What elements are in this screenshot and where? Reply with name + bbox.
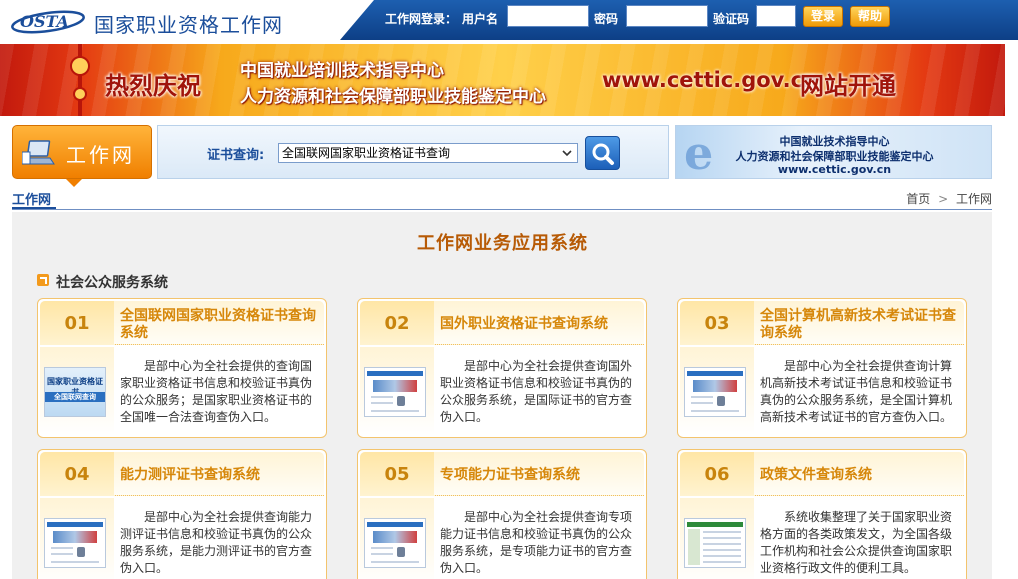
breadcrumb-divider <box>12 209 992 210</box>
certificate-type-select[interactable]: 全国联网国家职业资格证书查询 <box>278 143 578 163</box>
breadcrumb-home-link[interactable]: 首页 <box>906 192 930 206</box>
card-thumbnail[interactable] <box>364 367 426 417</box>
service-card-04[interactable]: 04 能力测评证书查询系统 是部中心为全社会提供查询能力测评证书信息和校验证书真… <box>37 449 327 579</box>
card-description: 是部中心为全社会提供的查询国家职业资格证书信息和校验证书真伪的公众服务；是国家职… <box>120 359 313 424</box>
thumb-subtitle: 全国联网查询 <box>45 392 105 402</box>
card-thumbnail[interactable]: 国家职业资格证书 全国联网查询 <box>44 367 106 417</box>
card-number: 06 <box>704 464 730 485</box>
login-button[interactable]: 登录 <box>803 6 843 27</box>
service-card-02[interactable]: 02 国外职业资格证书查询系统 是部中心为全社会提供查询国外职业资格证书信息和校… <box>357 298 647 438</box>
site-title[interactable]: 国家职业资格工作网 <box>94 9 283 38</box>
cettic-banner[interactable]: e 中国就业技术指导中心 人力资源和社会保障部职业技能鉴定中心 www.cett… <box>675 125 992 179</box>
card-number: 04 <box>64 464 90 485</box>
card-description: 是部中心为全社会提供查询计算机高新技术考试证书信息和校验证书真伪的公众服务系统，… <box>760 359 953 424</box>
page-title: 工作网业务应用系统 <box>417 233 588 254</box>
card-title-link[interactable]: 能力测评证书查询系统 <box>120 467 324 484</box>
banner-org-line2: 人力资源和社会保障部职业技能鉴定中心 <box>240 87 546 107</box>
banner-celebrate-text: 热烈庆祝 <box>105 71 201 100</box>
card-thumbnail[interactable] <box>684 367 746 417</box>
chevron-down-icon <box>562 150 572 157</box>
cettic-line2: 人力资源和社会保障部职业技能鉴定中心 <box>735 150 934 163</box>
service-card-06[interactable]: 06 政策文件查询系统 系统收集整理了关于国家职业资格方面的各类政策发文，为全国… <box>677 449 967 579</box>
captcha-input[interactable] <box>756 5 796 27</box>
search-icon <box>592 143 614 165</box>
card-number: 05 <box>384 464 410 485</box>
card-thumbnail[interactable] <box>684 518 746 568</box>
help-button[interactable]: 帮助 <box>850 6 890 27</box>
service-card-03[interactable]: 03 全国计算机高新技术考试证书查询系统 是部中心为全社会提供查询计算机高新技术… <box>677 298 967 438</box>
banner-org-line1: 中国就业培训技术指导中心 <box>240 61 444 81</box>
username-label: 用户名 <box>462 12 499 26</box>
osta-logo: OSTA <box>11 10 85 34</box>
card-description: 是部中心为全社会提供查询国外职业资格证书信息和校验证书真伪的公众服务系统，是国际… <box>440 359 633 424</box>
service-card-05[interactable]: 05 专项能力证书查询系统 是部中心为全社会提供查询专项能力证书信息和校验证书真… <box>357 449 647 579</box>
password-label: 密码 <box>594 12 619 26</box>
card-thumbnail[interactable] <box>364 518 426 568</box>
captcha-label: 验证码 <box>713 12 750 26</box>
card-number: 01 <box>64 313 90 334</box>
breadcrumb-separator: > <box>938 192 949 206</box>
svg-text:OSTA: OSTA <box>20 12 69 31</box>
celebration-banner[interactable]: 热烈庆祝 中国就业培训技术指导中心 人力资源和社会保障部职业技能鉴定中心 www… <box>0 44 1005 116</box>
card-description: 系统收集整理了关于国家职业资格方面的各类政策发文，为全国各级工作机构和社会公众提… <box>760 510 953 575</box>
cettic-line1: 中国就业技术指导中心 <box>779 135 890 148</box>
card-thumbnail[interactable] <box>44 518 106 568</box>
username-input[interactable] <box>507 5 589 27</box>
search-button[interactable] <box>585 136 620 170</box>
card-title-link[interactable]: 全国计算机高新技术考试证书查询系统 <box>760 308 964 342</box>
arrow-icon <box>37 274 49 286</box>
brand-pointer <box>66 179 82 187</box>
banner-url: www.cettic.gov.cn <box>602 68 819 92</box>
card-description: 是部中心为全社会提供查询专项能力证书信息和校验证书真伪的公众服务系统，是专项能力… <box>440 510 633 575</box>
card-title-link[interactable]: 国外职业资格证书查询系统 <box>440 316 644 333</box>
breadcrumb-current[interactable]: 工作网 <box>956 192 992 206</box>
select-value: 全国联网国家职业资格证书查询 <box>282 146 451 160</box>
section-title: 社会公众服务系统 <box>56 275 168 291</box>
card-description: 是部中心为全社会提供查询能力测评证书信息和校验证书真伪的公众服务系统，是能力测评… <box>120 510 313 575</box>
cettic-line3: www.cettic.gov.cn <box>777 163 892 176</box>
laptop-icon <box>22 140 55 165</box>
card-title-link[interactable]: 政策文件查询系统 <box>760 467 964 484</box>
card-title-link[interactable]: 专项能力证书查询系统 <box>440 467 644 484</box>
brand-label: 工作网 <box>66 143 135 167</box>
banner-launch-text: 网站开通 <box>800 71 896 100</box>
tower-icon <box>70 44 90 116</box>
breadcrumb: 首页 > 工作网 <box>906 190 992 207</box>
service-card-01[interactable]: 01 全国联网国家职业资格证书查询系统 国家职业资格证书 全国联网查询 是部中心… <box>37 298 327 438</box>
password-input[interactable] <box>626 5 708 27</box>
card-title-link[interactable]: 全国联网国家职业资格证书查询系统 <box>120 308 324 342</box>
card-number: 02 <box>384 313 410 334</box>
section-heading: 工作网 <box>12 193 52 208</box>
login-label: 工作网登录： <box>385 12 458 26</box>
search-label: 证书查询: <box>207 148 265 163</box>
card-number: 03 <box>704 313 730 334</box>
